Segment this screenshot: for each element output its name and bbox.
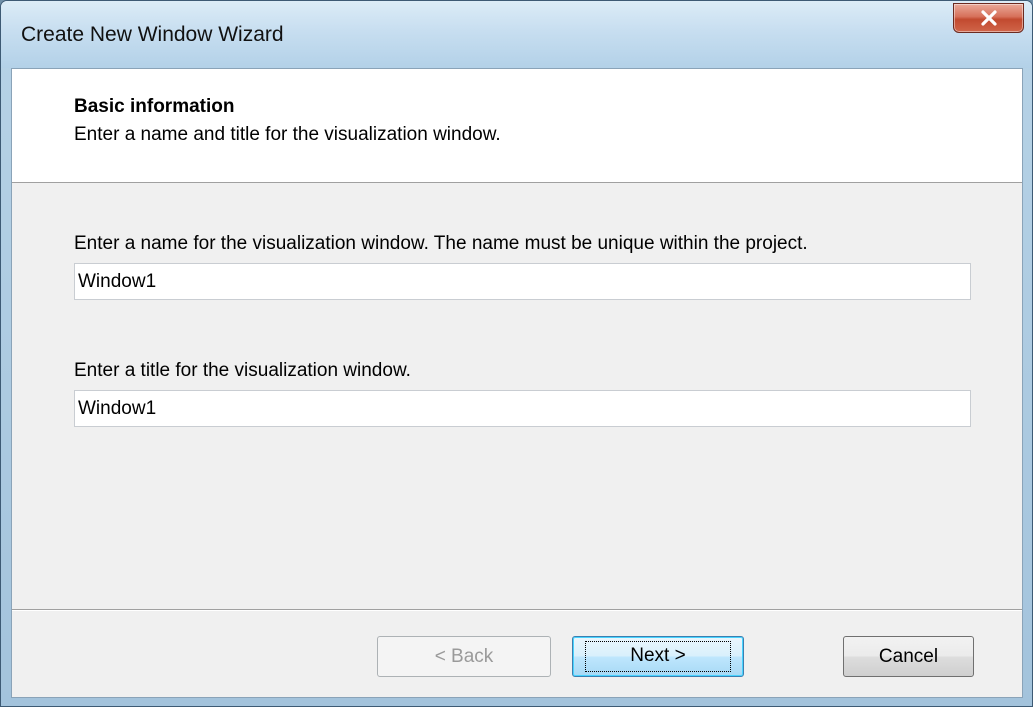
title-input[interactable] (74, 390, 971, 427)
page-title: Basic information (74, 96, 235, 117)
wizard-header: Basic information Enter a name and title… (12, 69, 1022, 183)
close-button[interactable] (953, 3, 1024, 33)
name-field-label: Enter a name for the visualization windo… (74, 233, 808, 254)
page-subtitle: Enter a name and title for the visualiza… (74, 124, 501, 145)
wizard-window: Create New Window Wizard Basic informati… (0, 0, 1033, 707)
name-input[interactable] (74, 263, 971, 300)
cancel-button[interactable]: Cancel (843, 636, 974, 677)
wizard-client-area: Basic information Enter a name and title… (11, 68, 1023, 698)
window-title: Create New Window Wizard (21, 23, 284, 46)
title-field-label: Enter a title for the visualization wind… (74, 360, 411, 381)
next-button-label: Next > (585, 641, 731, 672)
next-button[interactable]: Next > (572, 636, 744, 677)
close-icon (980, 10, 998, 26)
title-bar[interactable]: Create New Window Wizard (1, 1, 1032, 68)
footer-divider (12, 609, 1022, 611)
back-button[interactable]: < Back (377, 636, 551, 677)
